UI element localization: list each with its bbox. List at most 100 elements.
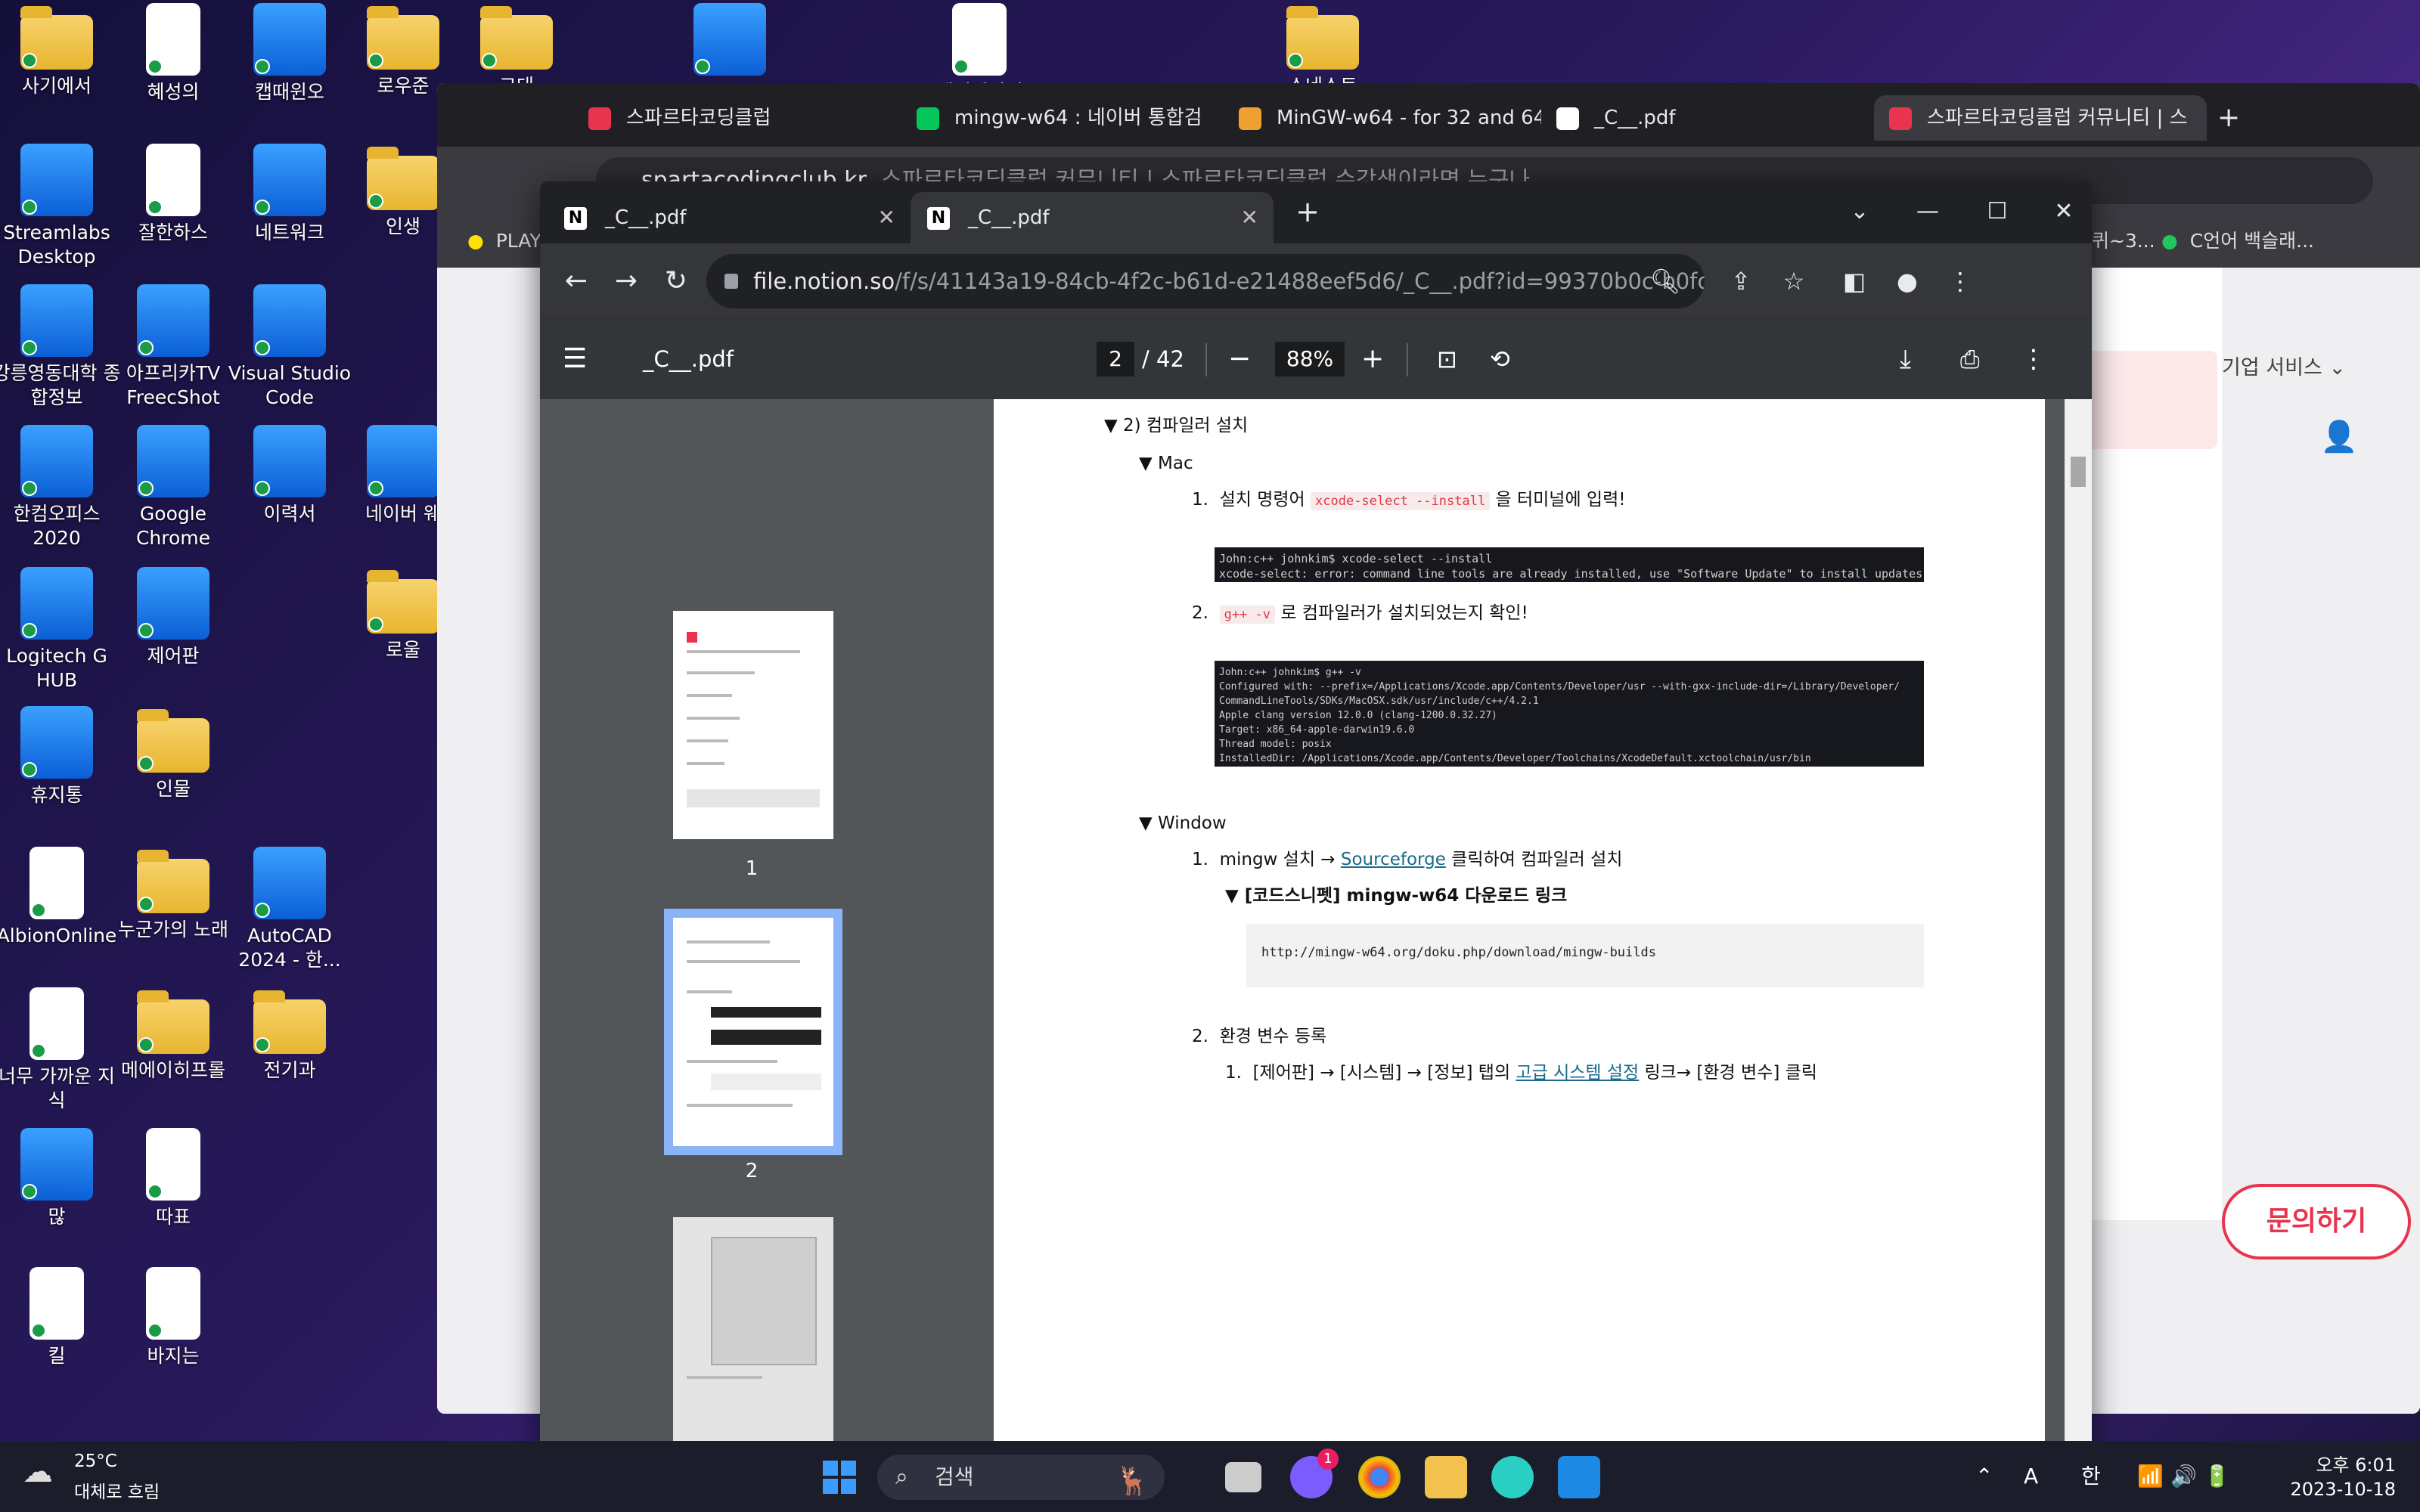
- rotate-icon[interactable]: ⟲: [1490, 319, 1510, 399]
- user-icon[interactable]: 👤: [2320, 419, 2358, 454]
- desktop-icon[interactable]: 너무 가까운 지식: [0, 987, 121, 1113]
- fit-page-icon[interactable]: ⊡: [1437, 319, 1457, 399]
- pdf-viewer[interactable]: ▼ 2) 컴파일러 설치 ▼ Mac 1. 설치 명령어 xcode-selec…: [963, 399, 2092, 1444]
- minimize-button[interactable]: —: [1894, 189, 1962, 234]
- desktop-icon[interactable]: 메에이히프롤: [109, 987, 237, 1083]
- bookmark-play[interactable]: ● PLAY: [467, 215, 541, 268]
- heading-window[interactable]: ▼ Window: [1139, 812, 1227, 835]
- start-windows-icon[interactable]: [818, 1456, 861, 1498]
- zoom-in-icon[interactable]: +: [1361, 319, 1384, 399]
- thumbnail-sidebar[interactable]: 1 2 3: [540, 399, 963, 1444]
- forward-arrow-icon[interactable]: →: [605, 260, 647, 302]
- weather-temp[interactable]: 25°C: [74, 1452, 117, 1471]
- close-tab-icon[interactable]: ✕: [1241, 192, 1258, 243]
- desktop-icon[interactable]: 한컴오피스 2020: [0, 425, 121, 550]
- thumbnail-page-1[interactable]: [673, 611, 833, 839]
- whale-browser-icon[interactable]: [1491, 1456, 1534, 1498]
- heading-code-snippet[interactable]: ▼ [코드스니펫] mingw-w64 다운로드 링크: [1225, 885, 1567, 907]
- desktop-icon[interactable]: Streamlabs Desktop: [0, 144, 121, 269]
- bg-tab-sparta[interactable]: 스파르타코딩클럽: [573, 95, 876, 141]
- new-tab-button[interactable]: +: [2207, 95, 2252, 141]
- sourceforge-link[interactable]: Sourceforge: [1341, 850, 1446, 869]
- pdf-browser-window[interactable]: N _C__.pdf ✕ N _C__.pdf ✕ + ⌄ — ☐ ✕ ← → ↻ fi…: [540, 181, 2092, 1444]
- tab-pdf-2[interactable]: N _C__.pdf ✕: [911, 192, 1274, 243]
- desktop-icon[interactable]: 네트워크: [225, 144, 354, 245]
- desktop-icon[interactable]: 인물: [109, 706, 237, 801]
- new-tab-button[interactable]: +: [1274, 189, 1342, 234]
- desktop-icon[interactable]: 사기에서: [0, 3, 121, 98]
- desktop-icon[interactable]: 아프리카TV FreecShot: [109, 284, 237, 410]
- bookmark-quiz[interactable]: 퀴~3...: [2092, 215, 2155, 268]
- desktop-icon[interactable]: Visual Studio Code: [225, 284, 354, 410]
- chrome-icon[interactable]: [1358, 1456, 1401, 1498]
- desktop-icon[interactable]: 이력서: [225, 425, 354, 526]
- bookmark-c-backslash[interactable]: ● C언어 백슬래...: [2161, 215, 2314, 268]
- task-view-icon[interactable]: [1225, 1462, 1261, 1492]
- zoom-level-input[interactable]: 88%: [1275, 342, 1345, 376]
- cloud-weather-icon[interactable]: ☁: [23, 1455, 65, 1497]
- heading-mac[interactable]: ▼ Mac: [1139, 452, 1193, 475]
- maximize-button[interactable]: ☐: [1963, 189, 2031, 234]
- profile-avatar-icon[interactable]: ●: [1886, 260, 1928, 302]
- heading-compiler-install[interactable]: ▼ 2) 컴파일러 설치: [1104, 414, 1248, 437]
- menu-kebab-icon[interactable]: ⋮: [1939, 260, 1981, 302]
- more-options-icon[interactable]: ⋮: [2021, 319, 2046, 399]
- chat-icon[interactable]: 1: [1290, 1448, 1339, 1498]
- desktop-icon[interactable]: 캡때윈오: [225, 3, 354, 104]
- wifi-icon[interactable]: 📶: [2137, 1441, 2164, 1512]
- desktop-icon[interactable]: 제어판: [109, 567, 237, 668]
- tab-search-chevron-down-icon[interactable]: ⌄: [1826, 189, 1894, 234]
- corp-service-menu[interactable]: 기업 서비스 ⌄: [2222, 351, 2346, 380]
- bg-tab-sparta-community[interactable]: 스파르타코딩클럽 커뮤니티 | 스: [1874, 95, 2207, 141]
- page-scrollbar[interactable]: [2065, 399, 2092, 1444]
- desktop-icon[interactable]: 강릉영동대학 종합정보: [0, 284, 121, 410]
- ime-mode-a[interactable]: A: [2024, 1441, 2038, 1512]
- bg-tab-mingw[interactable]: MinGW-w64 - for 32 and 64 bit: [1224, 95, 1541, 141]
- close-window-button[interactable]: ✕: [2030, 189, 2092, 234]
- desktop-icon[interactable]: 많: [0, 1128, 121, 1229]
- file-explorer-icon[interactable]: [1425, 1456, 1467, 1498]
- desktop-icon[interactable]: 킬: [0, 1267, 121, 1368]
- clock-date[interactable]: 2023-10-18: [2252, 1479, 2396, 1500]
- print-icon[interactable]: ⎙: [1960, 319, 1980, 399]
- share-icon[interactable]: ⇪: [1720, 260, 1762, 302]
- download-icon[interactable]: ⤓: [1900, 319, 1911, 399]
- tray-chevron-up-icon[interactable]: ⌃: [1975, 1441, 1993, 1512]
- desktop-icon[interactable]: Logitech G HUB: [0, 567, 121, 692]
- side-panel-icon[interactable]: ◧: [1833, 260, 1876, 302]
- advanced-system-settings-link[interactable]: 고급 시스템 설정: [1516, 1063, 1639, 1083]
- page-number-input[interactable]: 2: [1097, 342, 1134, 376]
- thumbnail-page-3[interactable]: [673, 1217, 833, 1444]
- tab-pdf-1[interactable]: N _C__.pdf ✕: [548, 192, 911, 243]
- volume-icon[interactable]: 🔊: [2170, 1441, 2197, 1512]
- desktop-icon[interactable]: 휴지통: [0, 706, 121, 807]
- scrollbar-thumb[interactable]: [2071, 457, 2086, 487]
- code-snippet-mingw-link[interactable]: http://mingw-w64.org/doku.php/download/m…: [1246, 924, 1924, 987]
- desktop-icon[interactable]: Google Chrome: [109, 425, 237, 550]
- desktop-icon[interactable]: AlbionOnline: [0, 847, 121, 948]
- bg-tab-naver[interactable]: mingw-w64 : 네이버 통합검색: [901, 95, 1219, 175]
- clock-time[interactable]: 오후 6:01: [2267, 1450, 2396, 1476]
- desktop-icon[interactable]: 전기과: [225, 987, 354, 1083]
- back-arrow-icon[interactable]: ←: [555, 260, 597, 302]
- bookmark-star-icon[interactable]: ☆: [1773, 260, 1815, 302]
- desktop-icon[interactable]: 혜성의: [109, 3, 237, 104]
- close-tab-icon[interactable]: ✕: [878, 192, 895, 243]
- zoom-out-icon[interactable]: −: [1228, 319, 1251, 399]
- zoom-magnifier-icon[interactable]: 🔍︎: [1644, 260, 1686, 302]
- weather-desc[interactable]: 대체로 흐림: [74, 1477, 160, 1503]
- desktop-icon[interactable]: 잘한하스: [109, 144, 237, 245]
- bg-tab-pdf[interactable]: _C__.pdf: [1541, 95, 1859, 141]
- ime-mode-han[interactable]: 한: [2081, 1441, 2101, 1512]
- desktop-icon[interactable]: 바지는: [109, 1267, 237, 1368]
- hamburger-menu-icon[interactable]: ☰: [563, 319, 587, 399]
- desktop-icon[interactable]: 누군가의 노래: [109, 847, 237, 942]
- taskbar-search-box[interactable]: ⌕ 검색 🦌: [877, 1455, 1165, 1500]
- desktop-icon[interactable]: 따표: [109, 1128, 237, 1229]
- battery-icon[interactable]: 🔋: [2204, 1441, 2230, 1512]
- desktop-icon[interactable]: AutoCAD 2024 - 한...: [225, 847, 354, 972]
- hancom-icon[interactable]: [1558, 1456, 1600, 1498]
- reload-icon[interactable]: ↻: [655, 260, 697, 302]
- inquiry-button[interactable]: 문의하기: [2222, 1184, 2411, 1259]
- url-field[interactable]: file.notion.so/f/s/41143a19-84cb-4f2c-b6…: [706, 254, 1705, 308]
